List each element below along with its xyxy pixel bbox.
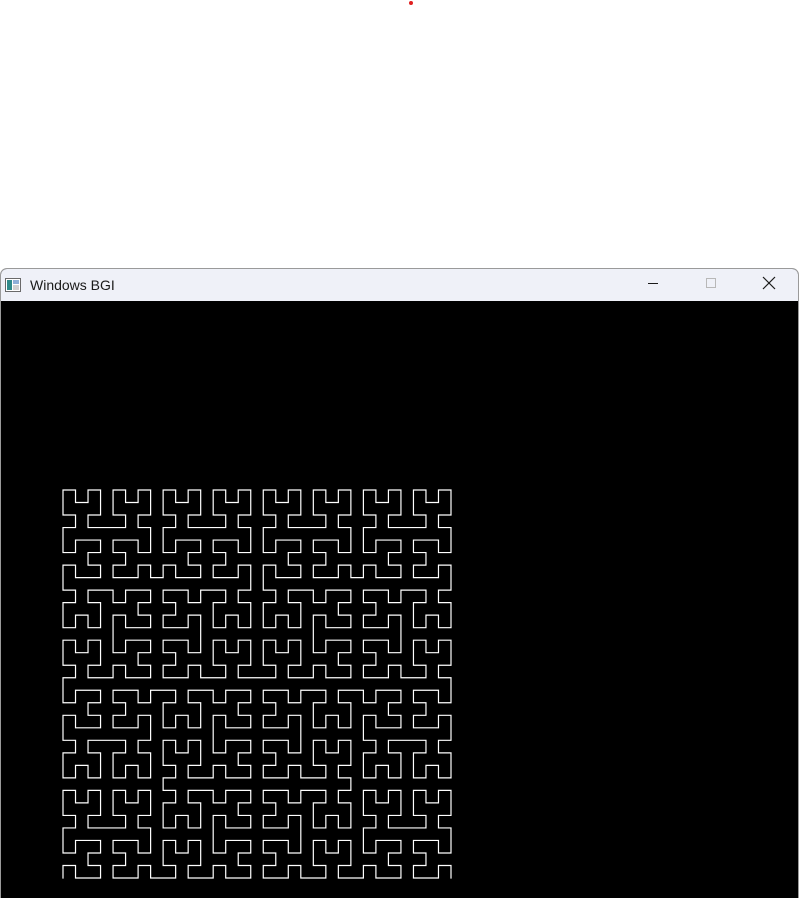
close-button[interactable] <box>740 269 798 301</box>
desktop: Windows BGI <box>0 0 799 898</box>
fractal-drawing <box>62 489 452 879</box>
maximize-button[interactable] <box>682 269 740 301</box>
graphics-canvas[interactable] <box>1 301 798 898</box>
title-bar[interactable]: Windows BGI <box>1 269 798 301</box>
bgi-window[interactable]: Windows BGI <box>0 268 799 898</box>
hilbert-curve-path <box>62 489 452 879</box>
minimize-icon <box>647 276 659 294</box>
app-icon <box>5 278 21 292</box>
window-title: Windows BGI <box>30 277 115 293</box>
close-icon <box>762 276 776 295</box>
cursor-dot <box>409 1 413 5</box>
minimize-button[interactable] <box>624 269 682 301</box>
maximize-icon <box>705 276 717 294</box>
